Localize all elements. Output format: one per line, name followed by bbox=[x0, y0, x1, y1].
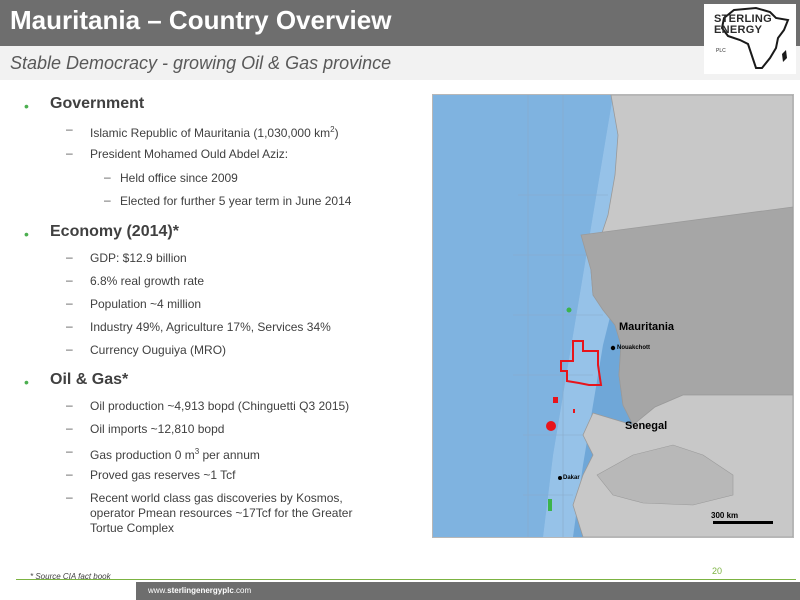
map-label-senegal: Senegal bbox=[625, 420, 668, 432]
nouakchott-marker bbox=[610, 345, 616, 351]
section-heading-government: Government bbox=[50, 95, 145, 112]
dash-icon: – bbox=[66, 342, 73, 356]
map-graphic bbox=[433, 95, 793, 537]
url-brand: sterlingenergyplc bbox=[167, 586, 234, 595]
gas-production-text: Gas production 0 m bbox=[90, 448, 195, 462]
page-number: 20 bbox=[712, 566, 723, 576]
dash-icon: – bbox=[104, 193, 111, 207]
area-close: ) bbox=[334, 126, 339, 140]
gas-item-discoveries-line-3: Tortue Complex bbox=[90, 521, 175, 535]
gas-item-discoveries-line-2: operator Pmean resources ~17Tcf for the … bbox=[90, 506, 353, 520]
dash-icon: – bbox=[66, 296, 73, 310]
gas-production-tail: per annum bbox=[199, 448, 260, 462]
gas-item-reserves: Proved gas reserves ~1 Tcf bbox=[90, 468, 236, 482]
map-scale-label: 300 km bbox=[711, 511, 739, 520]
map-label-mauritania: Mauritania bbox=[619, 321, 675, 333]
section-heading-economy: Economy (2014)* bbox=[50, 223, 179, 240]
section-heading-oil-gas: Oil & Gas* bbox=[50, 371, 129, 388]
dash-icon: – bbox=[66, 319, 73, 333]
map-label-nouakchott: Nouakchott bbox=[617, 345, 650, 351]
discovery-marker-red bbox=[546, 421, 556, 431]
area-text: Islamic Republic of Mauritania (1,030,00… bbox=[90, 126, 331, 140]
dash-icon: – bbox=[66, 273, 73, 287]
economy-item-gdp: GDP: $12.9 billion bbox=[90, 251, 187, 265]
url-prefix: www. bbox=[148, 586, 168, 595]
economy-item-population: Population ~4 million bbox=[90, 297, 202, 311]
dash-icon: – bbox=[66, 467, 73, 481]
dash-icon: – bbox=[66, 122, 73, 136]
scale-bar bbox=[713, 521, 773, 524]
dash-icon: – bbox=[66, 421, 73, 435]
discovery-area-green bbox=[548, 499, 552, 511]
footer-url-link[interactable]: www.sterlingenergyplc.com bbox=[148, 586, 251, 595]
government-subitem-elected: Elected for further 5 year term in June … bbox=[120, 194, 352, 208]
bullet-icon: • bbox=[24, 374, 29, 390]
licence-marker-small bbox=[573, 409, 575, 413]
gas-item-discoveries-line-1: Recent world class gas discoveries by Ko… bbox=[90, 491, 343, 505]
government-item-president: President Mohamed Ould Abdel Aziz: bbox=[90, 147, 289, 161]
dash-icon: – bbox=[66, 146, 73, 160]
bullet-icon: • bbox=[24, 98, 29, 114]
gas-item-production: Gas production 0 m3 per annum bbox=[90, 444, 260, 463]
discovery-marker-green bbox=[566, 307, 572, 313]
dash-icon: – bbox=[66, 490, 73, 504]
economy-item-currency: Currency Ouguiya (MRO) bbox=[90, 343, 227, 357]
economy-item-sectors: Industry 49%, Agriculture 17%, Services … bbox=[90, 320, 331, 334]
dash-icon: – bbox=[66, 398, 73, 412]
dash-icon: – bbox=[66, 444, 73, 458]
footer-divider bbox=[16, 579, 796, 580]
dash-icon: – bbox=[66, 250, 73, 264]
bullet-icon: • bbox=[24, 226, 29, 242]
oil-item-imports: Oil imports ~12,810 bopd bbox=[90, 422, 225, 436]
url-suffix: .com bbox=[233, 586, 252, 595]
oil-item-production: Oil production ~4,913 bopd (Chinguetti Q… bbox=[90, 399, 350, 413]
dakar-marker bbox=[558, 476, 562, 480]
dash-icon: – bbox=[104, 170, 111, 184]
map-label-dakar: Dakar bbox=[563, 475, 580, 481]
government-item-area: Islamic Republic of Mauritania (1,030,00… bbox=[90, 122, 339, 141]
economy-item-growth: 6.8% real growth rate bbox=[90, 274, 205, 288]
government-subitem-office: Held office since 2009 bbox=[120, 171, 238, 185]
licence-marker bbox=[553, 397, 558, 403]
region-map: Mauritania Nouakchott Senegal Dakar 300 … bbox=[432, 94, 794, 538]
